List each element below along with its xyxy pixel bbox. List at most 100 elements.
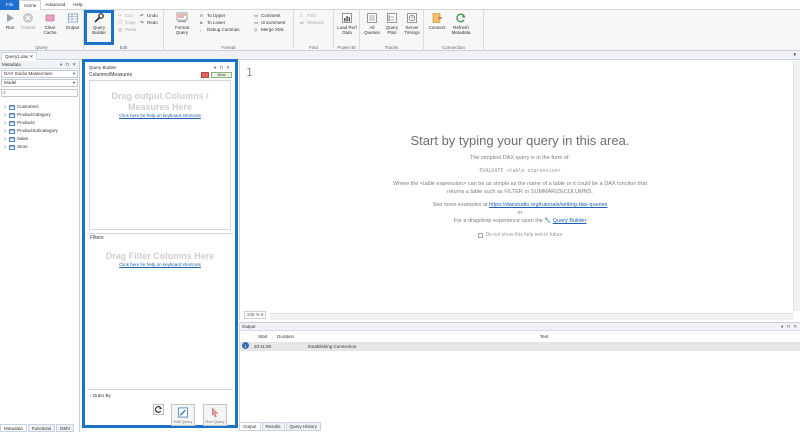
tab-help[interactable]: Help [69,0,86,10]
keyboard-help-link[interactable]: Click here for help on keyboard shortcut… [89,262,231,267]
format-query-button[interactable]: Format Query [170,12,194,35]
editor-horizontal-scrollbar[interactable] [270,313,793,320]
tree-item-products[interactable]: ▷ Products [0,119,79,127]
run-button[interactable]: Run [3,12,17,30]
tab-dmv[interactable]: DMV [56,424,75,432]
divider [87,233,233,234]
open-query-builder-link[interactable]: Query Builder [553,218,587,224]
tab-overflow-icon[interactable]: ▾ [793,52,796,58]
uncomment-icon: ▭ [254,20,259,25]
help-drag-line: For a drag/drop experience open the 🔧 Qu… [453,218,587,224]
chevron-down-icon: ▼ [72,71,76,76]
document-tab-query1[interactable]: Query1.dax ✕ [1,52,38,60]
checkbox[interactable] [477,232,483,238]
group-label-edit: Edit [119,45,128,50]
metadata-pane: Metadata ▾ ⊓ ✕ DAX Studio Masterclass ▼ … [0,61,80,432]
tab-results[interactable]: Results [261,422,285,431]
cut-button[interactable]: ✂ Cut [118,13,132,18]
debug-commas-button[interactable]: , Debug Commas [200,27,240,32]
redo-button[interactable]: ↷ Redo [140,20,158,25]
replace-button[interactable]: ⇄ Replace [300,20,324,25]
column-header-duration[interactable]: Duration [277,333,294,341]
zoom-selector[interactable]: 238 % ▾ [244,311,267,319]
tree-item-productsubcategory[interactable]: ▷ ProductSubcategory [0,127,79,135]
refresh-icon [456,13,466,23]
table-icon [9,112,15,118]
query-plan-button[interactable]: Query Plan [383,12,401,35]
edit-query-button[interactable]: Edit Query [171,404,195,426]
xml-icon: ◇ [254,27,258,32]
expand-icon[interactable]: ▷ [4,127,7,135]
tree-item-productcategory[interactable]: ▷ ProductCategory [0,111,79,119]
metadata-pane-header: Metadata ▾ ⊓ ✕ [0,61,79,69]
query-editor[interactable]: 1 Start by typing your query in this are… [239,61,800,320]
tab-metadata[interactable]: Metadata [0,424,27,432]
table-icon [9,144,15,150]
paste-button[interactable]: ▤ Paste [118,27,137,32]
cancel-button[interactable]: Cancel [20,12,36,30]
run-query-button[interactable]: Run Query [203,404,227,426]
cancel-icon [23,13,33,23]
refresh-metadata-button[interactable]: Refresh Metadata [449,12,473,35]
columns-drop-zone[interactable]: Drag output Columns / Measures Here Clic… [89,80,231,230]
dax-tutorial-link[interactable]: https://daxstudio.org/tutorials/writing-… [489,202,607,208]
tab-functions[interactable]: Functions [27,424,56,432]
order-by-expander[interactable]: › Order By [90,393,111,398]
tree-item-store[interactable]: ▷ Store [0,143,79,151]
tree-item-customers[interactable]: ▷ Customers [0,103,79,111]
metadata-search-input[interactable]: ⌕ [1,89,78,97]
refresh-button[interactable] [153,404,164,415]
columns-drop-text: Drag output Columns / Measures Here [111,91,209,112]
clear-cache-button[interactable]: Clear Cache [40,12,60,35]
copy-button[interactable]: ❐ Copy [118,20,136,25]
filters-drop-zone[interactable]: Drag Filter Columns Here Click here for … [89,244,231,384]
tab-advanced[interactable]: Advanced [41,0,69,10]
ribbon-group-format: Format Query A To Upper a To Lower , Debug … [164,10,294,51]
output-button[interactable]: Output [63,12,82,30]
editor-vertical-scrollbar[interactable] [793,61,800,311]
column-header-text[interactable]: Text [540,333,548,341]
connect-button[interactable]: Connect [427,12,447,30]
commas-icon: , [200,27,202,32]
undo-button[interactable]: ↶ Undo [140,13,158,18]
play-icon [7,14,14,22]
output-bottom-tabs: Output Results Query History [239,422,322,432]
column-header-start[interactable]: Start [258,333,268,341]
table-row[interactable]: i 20:11:50 Establishing Connection [240,342,800,351]
tab-output[interactable]: Output [239,422,261,431]
to-lower-button[interactable]: a To Lower [200,20,225,25]
new-measure-button[interactable]: New [211,72,232,78]
query-builder-highlight [84,10,114,45]
tab-file[interactable]: File [0,0,20,10]
keyboard-help-link[interactable]: Click here for help on keyboard shortcut… [90,113,230,118]
comment-button[interactable]: ▭ Comment [254,13,281,18]
pane-pin-close-icons[interactable]: ▾ ⊓ ✕ [60,61,77,69]
group-label-power-bi: Power BI [337,45,356,50]
all-queries-button[interactable]: All Queries [363,12,381,35]
merge-xml-button[interactable]: ◇ Merge XML [254,27,284,32]
tree-item-sales[interactable]: ▷ Sales [0,135,79,143]
ribbon-tab-strip: File Home Advanced Help [0,0,800,10]
tab-query-history[interactable]: Query History [285,422,322,431]
hide-help-checkbox[interactable]: Do not show this help text in future [390,232,650,238]
server-timings-button[interactable]: Server Timings [402,12,422,35]
pane-pin-close-icons[interactable]: ▾ ⊓ ✕ [781,323,798,331]
help-where: Where the <table expression> can be as s… [392,181,648,195]
delete-button[interactable] [201,72,209,78]
expand-icon[interactable]: ▷ [4,135,7,143]
find-button[interactable]: ⌕ Find [300,13,316,18]
uncomment-button[interactable]: ▭ Uncomment [254,20,285,25]
expand-icon[interactable]: ▷ [4,119,7,127]
to-upper-button[interactable]: A To Upper [200,13,225,18]
expand-icon[interactable]: ▷ [4,111,7,119]
grid-output-icon [67,13,78,23]
pane-pin-close-icons[interactable]: ▾ ⊓ ✕ [214,64,231,71]
load-perf-data-button[interactable]: Load Perf Data [336,12,358,35]
expand-icon[interactable]: ▷ [4,143,7,151]
close-icon[interactable]: ✕ [30,54,34,59]
model-combo[interactable]: DAX Studio Masterclass ▼ [1,70,78,78]
tab-home[interactable]: Home [19,0,42,10]
perspective-combo[interactable]: Model ▼ [1,79,78,87]
expand-icon[interactable]: ▷ [4,103,7,111]
ribbon-group-connection: Connect Refresh Metadata Connection [424,10,484,51]
